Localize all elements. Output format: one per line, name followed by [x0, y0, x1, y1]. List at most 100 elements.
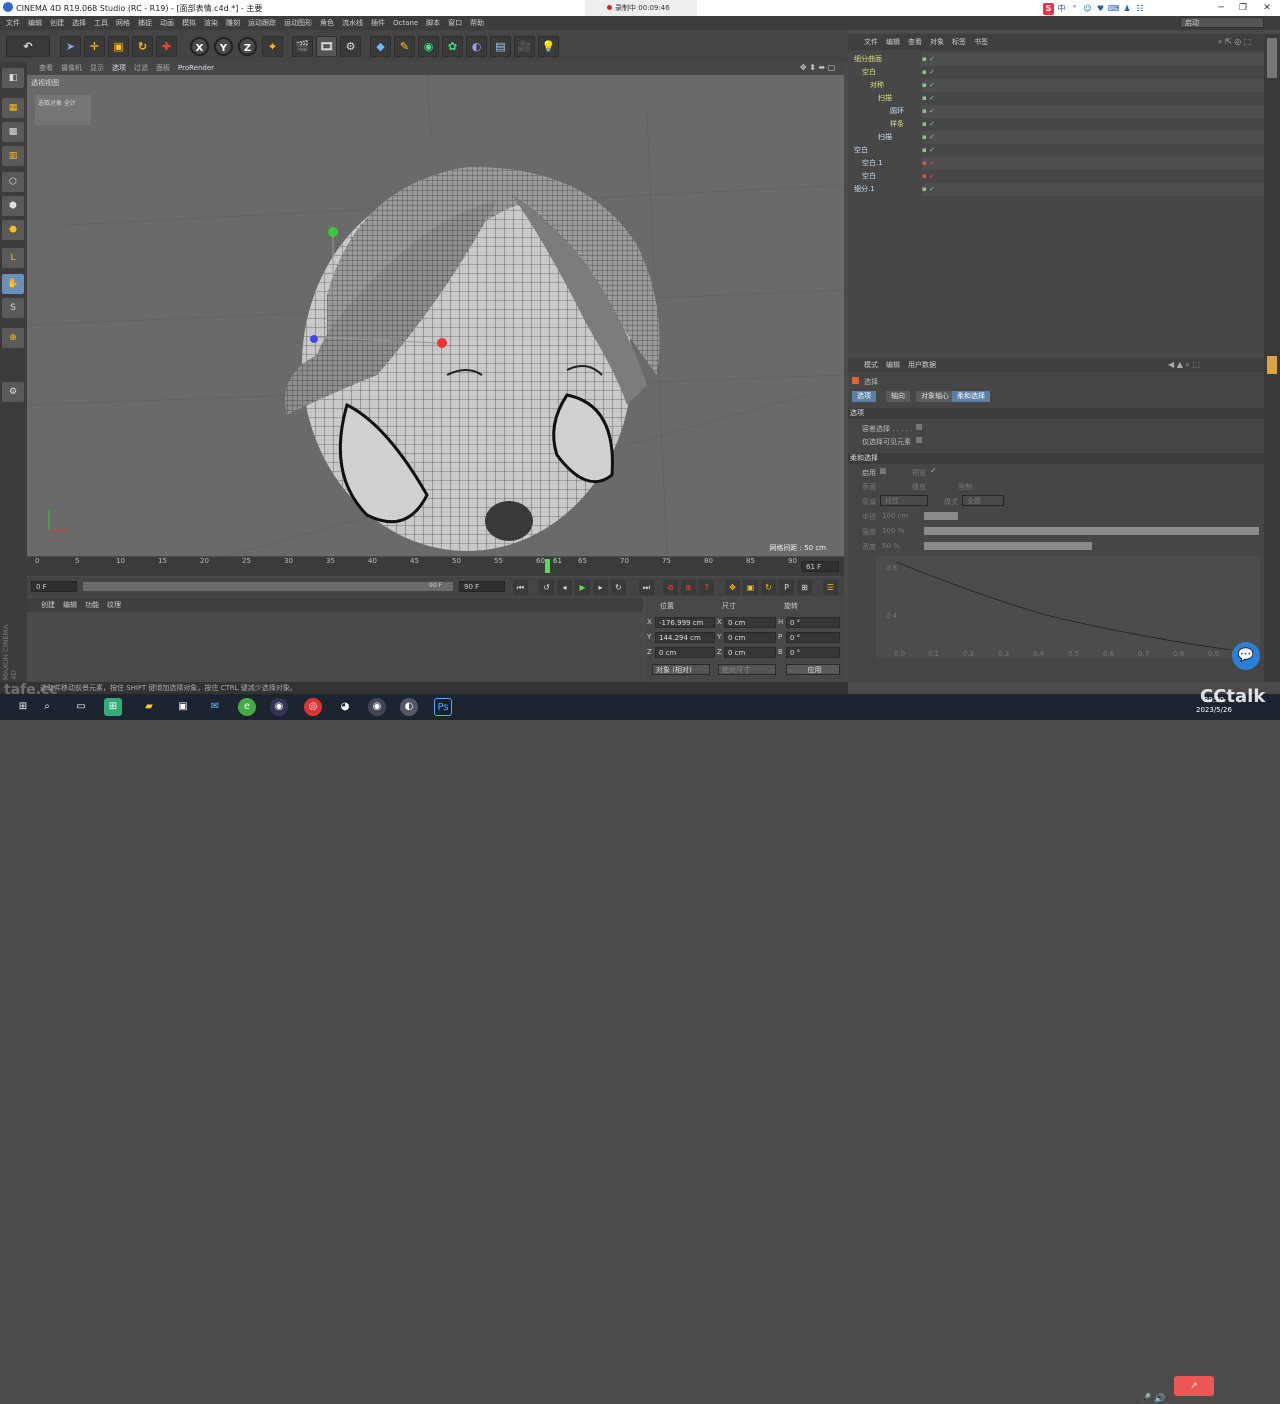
coordinate-system-icon[interactable]: ⌖ — [262, 36, 283, 57]
array-icon[interactable]: ✿ — [442, 36, 463, 57]
object-row[interactable]: 对称 ▪ ✓ — [848, 79, 1264, 92]
timeline-window-icon[interactable]: ☰ — [823, 580, 838, 595]
chat-bubble-icon[interactable]: 💬 — [1232, 642, 1260, 670]
vertical-tab[interactable] — [1267, 38, 1277, 78]
preview-checkbox[interactable]: ✓ — [930, 466, 937, 475]
render-view-icon[interactable]: 🎬 — [292, 36, 313, 57]
netease-icon[interactable]: ◎ — [304, 698, 322, 716]
menu-item[interactable]: 文件 — [6, 18, 20, 28]
subtab-object-axis[interactable]: 对象轴心 — [916, 391, 954, 402]
points-mode-icon[interactable]: ⬡ — [2, 172, 24, 192]
minimize-button[interactable]: ─ — [1210, 0, 1232, 16]
viewport-nav-icons[interactable]: ✥ ⬍ ⬌ ▢ — [800, 63, 835, 72]
coord-mode-dropdown[interactable]: 对象 (相对) — [652, 664, 710, 675]
ime-emoji-icon[interactable]: ☺ — [1082, 3, 1093, 15]
attr-nav-icons[interactable]: ◀ ▲ ⌕ ⬚ — [1168, 360, 1200, 370]
om-menu-object[interactable]: 对象 — [930, 37, 944, 47]
vp-menu-display[interactable]: 显示 — [90, 63, 104, 73]
ime-keyboard-icon[interactable]: ⌨ — [1108, 3, 1120, 15]
vp-menu-options[interactable]: 选项 — [112, 63, 126, 73]
prev-frame-icon[interactable]: ◂ — [557, 580, 572, 595]
store-icon[interactable]: ⊞ — [104, 698, 122, 716]
menu-item[interactable]: 网格 — [116, 18, 130, 28]
file-explorer-icon[interactable]: ▰ — [140, 698, 158, 716]
width-slider[interactable] — [924, 542, 1092, 550]
menu-item[interactable]: 渲染 — [204, 18, 218, 28]
viewport-3d[interactable]: 透视视图 选取对象 全计 网格间距 : 50 cm — [27, 75, 844, 556]
om-menu-tags[interactable]: 标签 — [952, 37, 966, 47]
model-mode-icon[interactable]: ▦ — [2, 98, 24, 118]
recent-tools-icon[interactable]: ✚ — [156, 36, 177, 57]
move-tool-icon[interactable]: ✛ — [84, 36, 105, 57]
vertical-tab[interactable] — [1267, 356, 1277, 374]
ime-voice-icon[interactable]: ♥ — [1095, 3, 1106, 15]
chrome-icon[interactable]: ◕ — [336, 698, 354, 716]
menu-item[interactable]: 编辑 — [28, 18, 42, 28]
key-pla-icon[interactable]: ⊞ — [797, 580, 812, 595]
tolerance-checkbox[interactable] — [916, 424, 922, 430]
menu-item[interactable]: 动画 — [160, 18, 174, 28]
app-circle-icon[interactable]: ◉ — [368, 698, 386, 716]
menu-item[interactable]: 帮助 — [470, 18, 484, 28]
menu-item[interactable]: 模拟 — [182, 18, 196, 28]
workplane-icon[interactable]: ▥ — [2, 146, 24, 166]
autokey-icon[interactable]: ⊛ — [681, 580, 696, 595]
om-menu-bookmarks[interactable]: 书签 — [974, 37, 988, 47]
size-z-field[interactable]: 0 cm — [724, 647, 776, 658]
menu-item[interactable]: 捕捉 — [138, 18, 152, 28]
enable-checkbox[interactable] — [880, 468, 886, 474]
ime-punct-icon[interactable]: ° — [1069, 3, 1080, 15]
render-picture-viewer-icon[interactable]: 🎞 — [316, 36, 337, 57]
menu-item[interactable]: 选择 — [72, 18, 86, 28]
app-icon[interactable]: ▣ — [174, 698, 192, 716]
axis-mode-icon[interactable]: L — [2, 248, 24, 268]
goto-start-icon[interactable]: ⏮ — [513, 580, 528, 595]
head-model-wireframe[interactable] — [27, 75, 844, 556]
mode-dropdown[interactable]: 全部 — [962, 495, 1004, 506]
close-button[interactable]: ✕ — [1256, 0, 1278, 16]
attr-menu-userdata[interactable]: 用户数据 — [908, 360, 936, 370]
floor-icon[interactable]: ▤ — [490, 36, 511, 57]
tray-icons[interactable]: 🎤 🔊 — [1140, 1394, 1165, 1404]
position-z-field[interactable]: 0 cm — [655, 647, 715, 658]
z-axis-button[interactable]: Z — [238, 37, 257, 56]
subdivision-icon[interactable]: ◉ — [418, 36, 439, 57]
make-editable-icon[interactable]: ◧ — [2, 68, 24, 88]
menu-item[interactable]: 插件 — [371, 18, 385, 28]
object-row[interactable]: 细分曲面 ▪ ✓ — [848, 53, 1264, 66]
key-param-icon[interactable]: P — [779, 580, 794, 595]
select-tool-icon[interactable]: ➤ — [60, 36, 81, 57]
vp-menu-camera[interactable]: 摄像机 — [61, 63, 82, 73]
tweak-mode-icon[interactable]: ✋ — [2, 274, 24, 294]
y-axis-button[interactable]: Y — [214, 37, 233, 56]
windows-start-icon[interactable]: ⊞ — [14, 698, 32, 716]
size-x-field[interactable]: 0 cm — [724, 617, 776, 628]
undo-button[interactable]: ↶ — [6, 36, 50, 57]
om-search-icon[interactable]: ⌕ ⇱ ◎ ⬚ — [1218, 37, 1251, 47]
key-rotate-icon[interactable]: ↻ — [761, 580, 776, 595]
start-frame-field[interactable]: 0 F — [31, 581, 77, 592]
edges-mode-icon[interactable]: ⬢ — [2, 196, 24, 216]
vp-menu-filter[interactable]: 过滤 — [134, 63, 148, 73]
subtab-soft-selection[interactable]: 柔和选择 — [952, 391, 990, 402]
goto-end-icon[interactable]: ⏭ — [639, 580, 654, 595]
play-icon[interactable]: ▶ — [575, 580, 590, 595]
rotation-p-field[interactable]: 0 ° — [786, 632, 840, 643]
search-icon[interactable]: ⌕ — [38, 698, 56, 716]
vp-menu-panel[interactable]: 面板 — [156, 63, 170, 73]
menu-item[interactable]: 流水线 — [342, 18, 363, 28]
deformer-icon[interactable]: ◐ — [466, 36, 487, 57]
menu-item[interactable]: 雕刻 — [226, 18, 240, 28]
position-x-field[interactable]: -176.999 cm — [655, 617, 715, 628]
frame-range-slider[interactable] — [83, 582, 453, 591]
menu-item[interactable]: 运动跟踪 — [248, 18, 276, 28]
object-row[interactable]: 细分.1 ▪ ✓ — [848, 183, 1264, 196]
object-row[interactable]: 圆环 ▪ ✓ — [848, 105, 1264, 118]
menu-item[interactable]: 工具 — [94, 18, 108, 28]
menu-item[interactable]: 角色 — [320, 18, 334, 28]
camera-icon[interactable]: 🎥 — [514, 36, 535, 57]
position-y-field[interactable]: 144.294 cm — [655, 632, 715, 643]
strength-value[interactable]: 100 % — [882, 527, 904, 535]
mat-menu-create[interactable]: 创建 — [41, 600, 55, 610]
snap-icon[interactable]: S — [2, 298, 24, 318]
